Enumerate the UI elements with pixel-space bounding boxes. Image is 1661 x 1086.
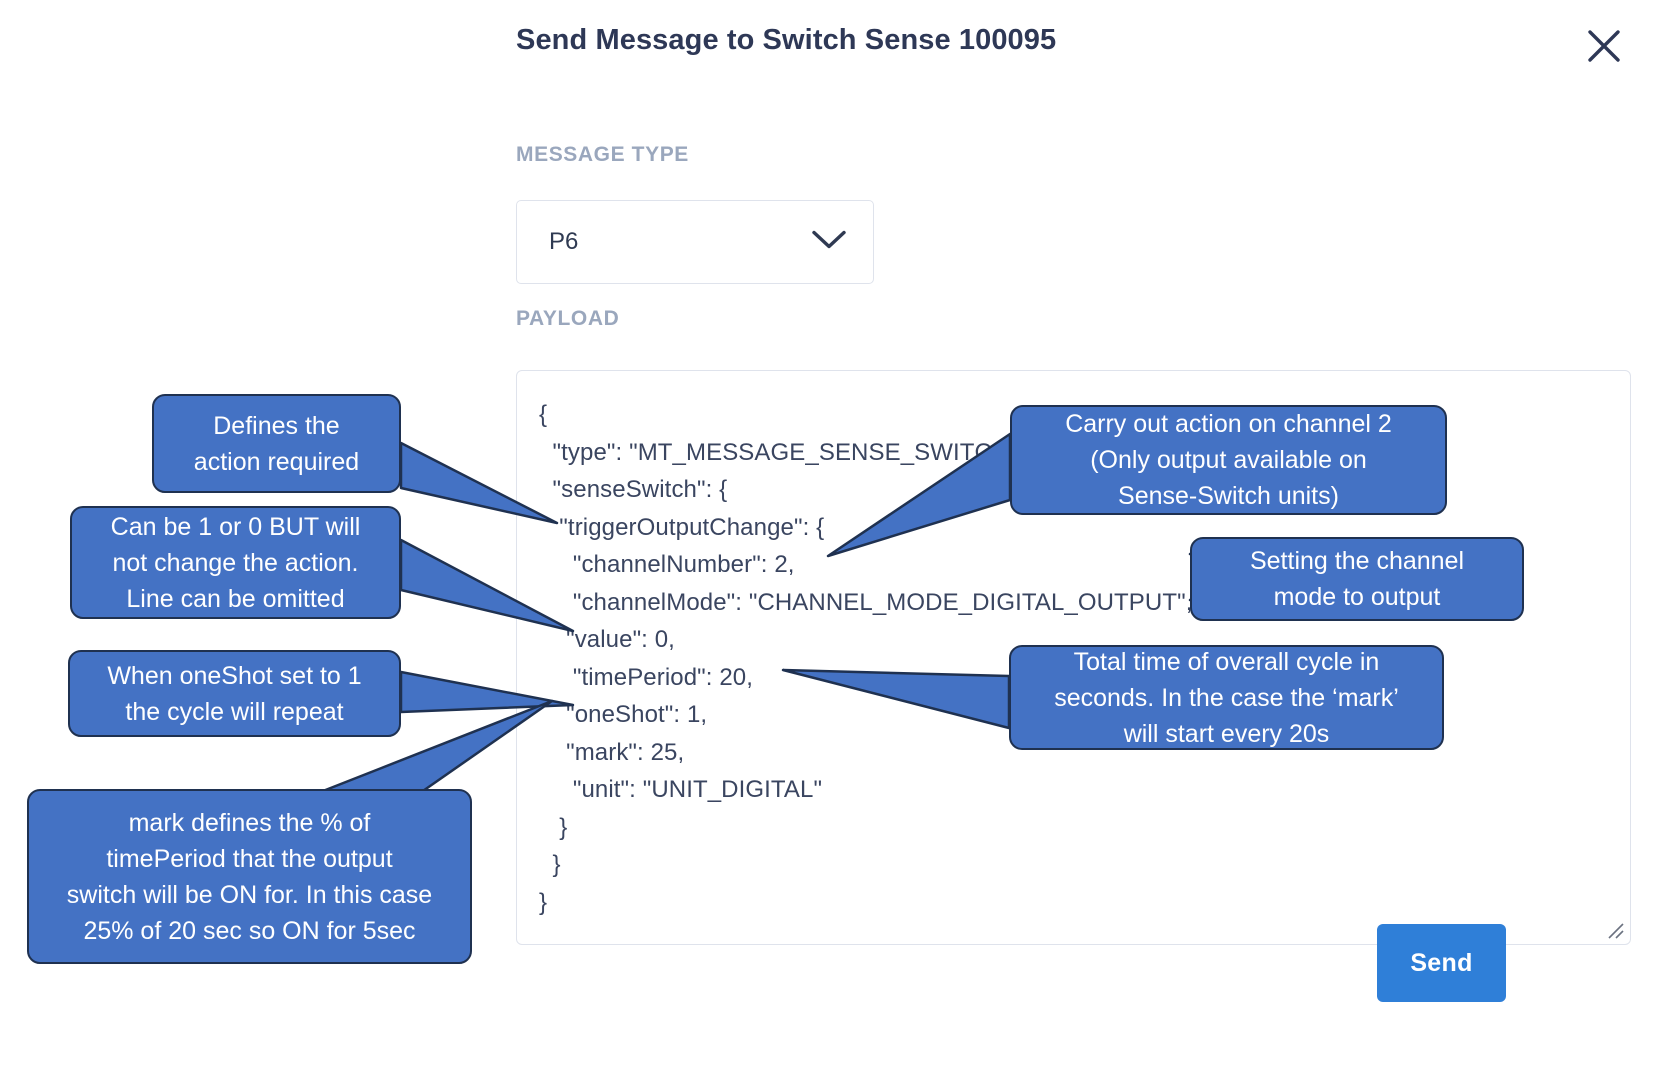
send-message-dialog: Send Message to Switch Sense 100095 MESS… — [0, 0, 1661, 1086]
page-title: Send Message to Switch Sense 100095 — [516, 24, 1057, 56]
message-type-select[interactable]: P6 — [516, 200, 874, 284]
annotation-callout: mark defines the % of timePeriod that th… — [27, 789, 472, 964]
send-button[interactable]: Send — [1377, 924, 1506, 1002]
close-icon — [1583, 25, 1625, 67]
resize-handle-icon[interactable] — [1605, 920, 1625, 940]
annotation-callout: Total time of overall cycle in seconds. … — [1009, 645, 1444, 750]
annotation-callout: When oneShot set to 1 the cycle will rep… — [68, 650, 401, 737]
annotation-callout: Defines the action required — [152, 394, 401, 493]
annotation-callout: Can be 1 or 0 BUT will not change the ac… — [70, 506, 401, 619]
annotation-callout: Setting the channel mode to output — [1190, 537, 1524, 621]
annotation-callout: Carry out action on channel 2 (Only outp… — [1010, 405, 1447, 515]
chevron-down-icon — [811, 229, 847, 256]
close-button[interactable] — [1583, 25, 1625, 67]
message-type-value: P6 — [549, 228, 579, 255]
payload-label: PAYLOAD — [516, 307, 620, 330]
message-type-label: MESSAGE TYPE — [516, 143, 689, 166]
